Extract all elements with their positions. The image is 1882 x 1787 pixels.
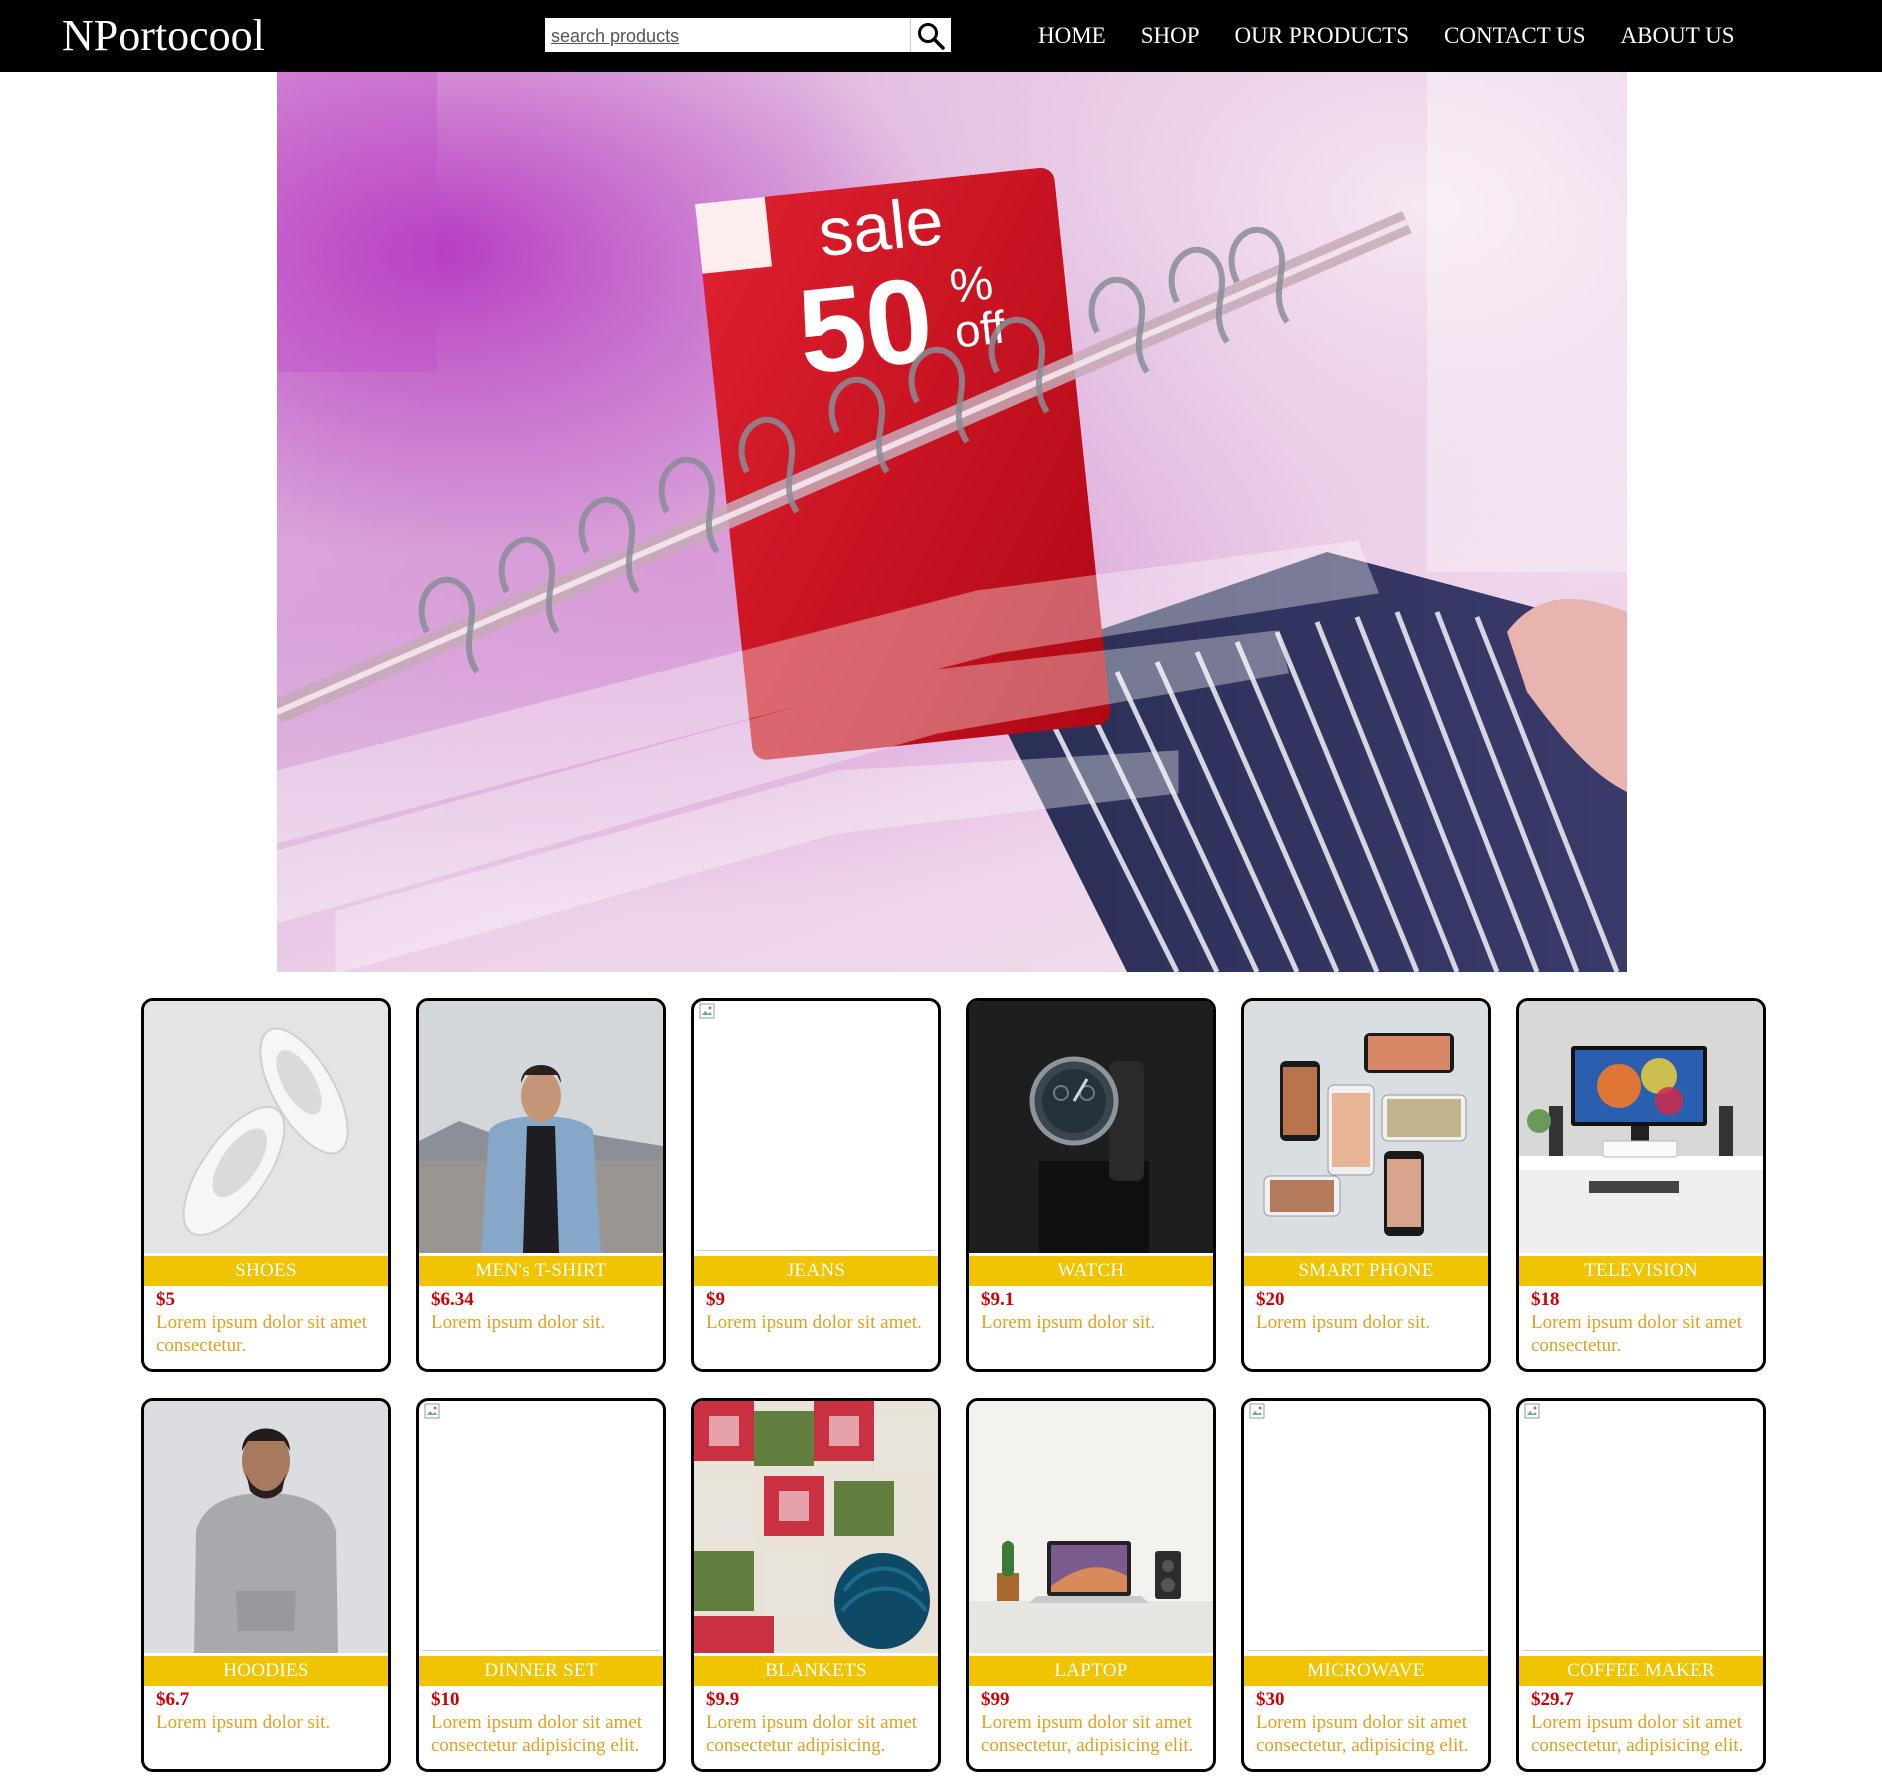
- search-bar: [543, 16, 953, 54]
- product-card-microwave[interactable]: MICROWAVE $30 Lorem ipsum dolor sit amet…: [1241, 1398, 1491, 1772]
- product-title: WATCH: [969, 1256, 1213, 1286]
- product-card-dinner-set[interactable]: DINNER SET $10 Lorem ipsum dolor sit ame…: [416, 1398, 666, 1772]
- product-description: Lorem ipsum dolor sit.: [156, 1712, 331, 1733]
- search-icon: [918, 23, 945, 50]
- product-price: $6.7: [156, 1689, 190, 1710]
- navbar: NPortocool HOME SHOP OUR PRODUCTS CONTAC…: [0, 0, 1882, 72]
- product-card-blankets[interactable]: BLANKETS $9.9 Lorem ipsum dolor sit amet…: [691, 1398, 941, 1772]
- product-card-smart-phone[interactable]: SMART PHONE $20 Lorem ipsum dolor sit.: [1241, 998, 1491, 1372]
- product-price: $9: [706, 1289, 725, 1310]
- search-input[interactable]: [551, 24, 901, 48]
- hero-banner-image: sale 50 % off: [277, 72, 1627, 972]
- product-card-laptop[interactable]: LAPTOP $99 Lorem ipsum dolor sit amet co…: [966, 1398, 1216, 1772]
- product-title: BLANKETS: [694, 1656, 938, 1686]
- product-price: $30: [1256, 1689, 1285, 1710]
- product-price: $10: [431, 1689, 460, 1710]
- site-logo[interactable]: NPortocool: [62, 10, 265, 62]
- product-price: $6.34: [431, 1289, 474, 1310]
- nav-shop-link[interactable]: SHOP: [1141, 20, 1200, 52]
- product-image-television[interactable]: [1519, 1001, 1763, 1253]
- search-button[interactable]: [910, 18, 951, 52]
- product-image-coffee-maker[interactable]: [1522, 1401, 1760, 1651]
- product-description: Lorem ipsum dolor sit amet consectetur, …: [1256, 1712, 1469, 1756]
- product-price: $99: [981, 1689, 1010, 1710]
- product-title: HOODIES: [144, 1656, 388, 1686]
- product-image-smart-phone[interactable]: [1244, 1001, 1488, 1253]
- product-price: $18: [1531, 1289, 1560, 1310]
- product-title: SMART PHONE: [1244, 1256, 1488, 1286]
- product-description: Lorem ipsum dolor sit amet consectetur a…: [706, 1712, 918, 1756]
- nav-contact-us-link[interactable]: CONTACT US: [1444, 20, 1586, 52]
- product-title: TELEVISION: [1519, 1256, 1763, 1286]
- product-price: $29.7: [1531, 1689, 1574, 1710]
- nav-menu: HOME SHOP OUR PRODUCTS CONTACT US ABOUT …: [1038, 20, 1735, 52]
- product-description: Lorem ipsum dolor sit amet consectetur.: [1531, 1312, 1743, 1356]
- product-title: SHOES: [144, 1256, 388, 1286]
- product-image-laptop[interactable]: [969, 1401, 1213, 1653]
- product-description: Lorem ipsum dolor sit amet consectetur a…: [431, 1712, 643, 1756]
- product-image-blankets[interactable]: [694, 1401, 938, 1653]
- product-price: $9.9: [706, 1689, 740, 1710]
- product-description: Lorem ipsum dolor sit.: [431, 1312, 606, 1333]
- product-card-watch[interactable]: WATCH $9.1 Lorem ipsum dolor sit.: [966, 998, 1216, 1372]
- product-image-dinner-set[interactable]: [422, 1401, 660, 1651]
- product-image-shoes[interactable]: [144, 1001, 388, 1253]
- product-price: $5: [156, 1289, 175, 1310]
- product-image-watch[interactable]: [969, 1001, 1213, 1253]
- product-image-mens-tshirt[interactable]: [419, 1001, 663, 1253]
- product-description: Lorem ipsum dolor sit amet consectetur, …: [1531, 1712, 1744, 1756]
- product-card-jeans[interactable]: JEANS $9 Lorem ipsum dolor sit amet.: [691, 998, 941, 1372]
- broken-image-icon: [1524, 1403, 1540, 1419]
- product-title: MICROWAVE: [1244, 1656, 1488, 1686]
- product-description: Lorem ipsum dolor sit amet consectetur, …: [981, 1712, 1194, 1756]
- broken-image-icon: [424, 1403, 440, 1419]
- product-title: LAPTOP: [969, 1656, 1213, 1686]
- product-card-mens-tshirt[interactable]: MEN's T-SHIRT $6.34 Lorem ipsum dolor si…: [416, 998, 666, 1372]
- nav-home-link[interactable]: HOME: [1038, 20, 1106, 52]
- product-description: Lorem ipsum dolor sit amet.: [706, 1312, 922, 1333]
- product-image-jeans[interactable]: [697, 1001, 935, 1251]
- product-description: Lorem ipsum dolor sit.: [981, 1312, 1156, 1333]
- product-title: JEANS: [694, 1256, 938, 1286]
- product-card-television[interactable]: TELEVISION $18 Lorem ipsum dolor sit ame…: [1516, 998, 1766, 1372]
- nav-our-products-link[interactable]: OUR PRODUCTS: [1235, 20, 1409, 52]
- product-price: $20: [1256, 1289, 1285, 1310]
- nav-about-us-link[interactable]: ABOUT US: [1621, 20, 1735, 52]
- broken-image-icon: [699, 1003, 715, 1019]
- product-title: COFFEE MAKER: [1519, 1656, 1763, 1686]
- product-card-coffee-maker[interactable]: COFFEE MAKER $29.7 Lorem ipsum dolor sit…: [1516, 1398, 1766, 1772]
- product-description: Lorem ipsum dolor sit amet consectetur.: [156, 1312, 368, 1356]
- product-title: MEN's T-SHIRT: [419, 1256, 663, 1286]
- product-image-hoodies[interactable]: [144, 1401, 388, 1653]
- product-price: $9.1: [981, 1289, 1015, 1310]
- product-card-shoes[interactable]: SHOES $5 Lorem ipsum dolor sit amet cons…: [141, 998, 391, 1372]
- sale-percent-number: 50: [792, 252, 939, 399]
- product-card-hoodies[interactable]: HOODIES $6.7 Lorem ipsum dolor sit.: [141, 1398, 391, 1772]
- product-description: Lorem ipsum dolor sit.: [1256, 1312, 1431, 1333]
- broken-image-icon: [1249, 1403, 1265, 1419]
- product-image-microwave[interactable]: [1247, 1401, 1485, 1651]
- product-title: DINNER SET: [419, 1656, 663, 1686]
